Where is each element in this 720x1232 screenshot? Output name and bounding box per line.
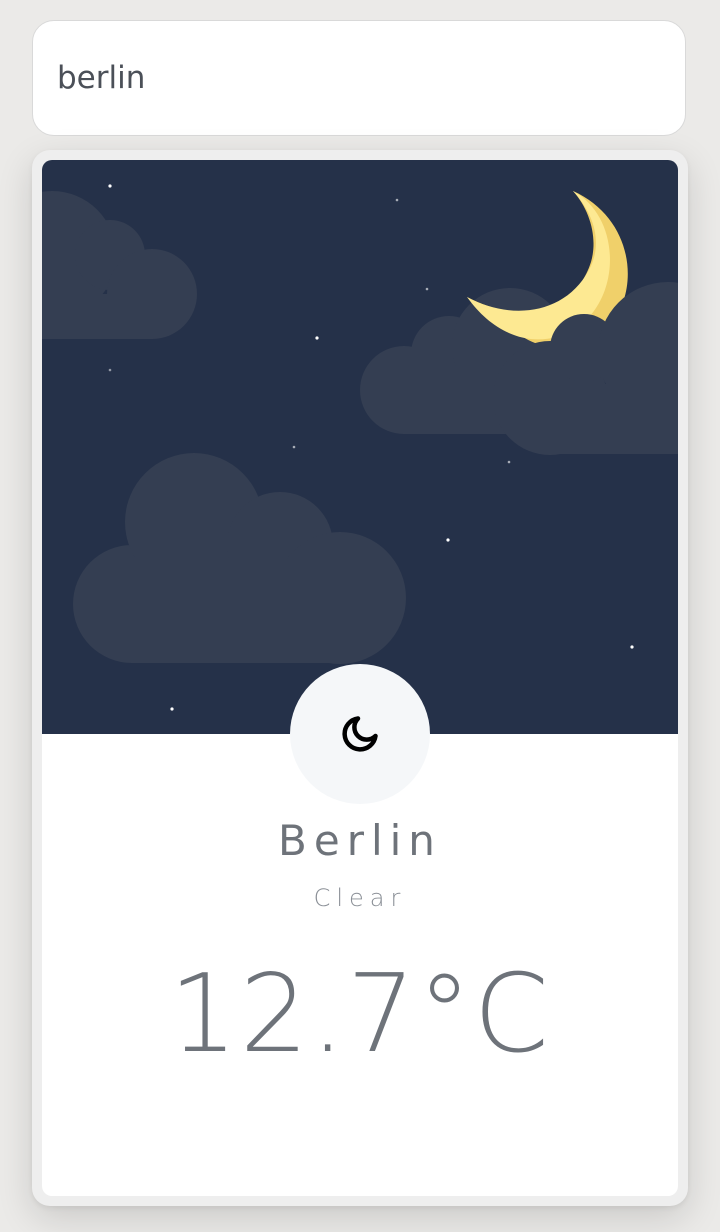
star — [292, 445, 296, 449]
weather-card: Berlin Clear 12.7°C — [32, 150, 688, 1206]
star — [108, 184, 112, 188]
star — [630, 645, 634, 649]
weather-card-inner: Berlin Clear 12.7°C — [42, 160, 678, 1196]
star — [315, 336, 319, 340]
star — [170, 707, 174, 711]
temperature: 12.7°C — [169, 952, 551, 1077]
night-sky-illustration — [42, 160, 678, 734]
star — [108, 368, 112, 372]
sky-scene — [42, 184, 678, 711]
weather-icon-badge — [290, 664, 430, 804]
city-name: Berlin — [278, 816, 442, 865]
search-box[interactable] — [32, 20, 686, 136]
moon-icon — [342, 716, 378, 752]
cloud-top-left — [42, 191, 197, 339]
search-input[interactable] — [57, 21, 657, 135]
star — [395, 198, 399, 202]
star — [507, 460, 511, 464]
star — [425, 287, 429, 291]
star — [446, 538, 450, 542]
cloud-bottom — [73, 453, 406, 664]
weather-condition: Clear — [313, 884, 407, 912]
